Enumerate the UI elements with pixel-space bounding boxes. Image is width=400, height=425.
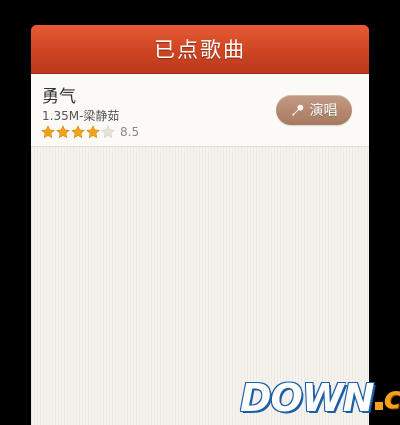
star-icon bbox=[71, 125, 85, 139]
star-icon bbox=[41, 125, 55, 139]
watermark-main-text: DOWN bbox=[240, 376, 375, 420]
star-icon bbox=[86, 125, 100, 139]
microphone-icon bbox=[291, 104, 303, 116]
song-score: 8.5 bbox=[120, 125, 140, 139]
song-list-panel: 已点歌曲 勇气 1.35M-梁静茹 8.5 演唱 bbox=[31, 25, 369, 425]
list-item[interactable]: 勇气 1.35M-梁静茹 8.5 演唱 bbox=[31, 74, 369, 147]
watermark-dot bbox=[374, 402, 383, 410]
song-meta: 1.35M-梁静茹 bbox=[42, 109, 120, 123]
sing-button-label: 演唱 bbox=[309, 103, 338, 119]
watermark-suffix-text: cc bbox=[383, 380, 400, 416]
star-icon bbox=[101, 125, 115, 139]
song-title: 勇气 bbox=[42, 87, 76, 107]
watermark-logo: DOWN cc bbox=[240, 376, 400, 420]
star-rating: 8.5 bbox=[41, 125, 139, 139]
page-title: 已点歌曲 bbox=[154, 38, 246, 62]
sing-button[interactable]: 演唱 bbox=[276, 95, 352, 125]
title-bar: 已点歌曲 bbox=[31, 25, 369, 74]
star-icon bbox=[56, 125, 70, 139]
